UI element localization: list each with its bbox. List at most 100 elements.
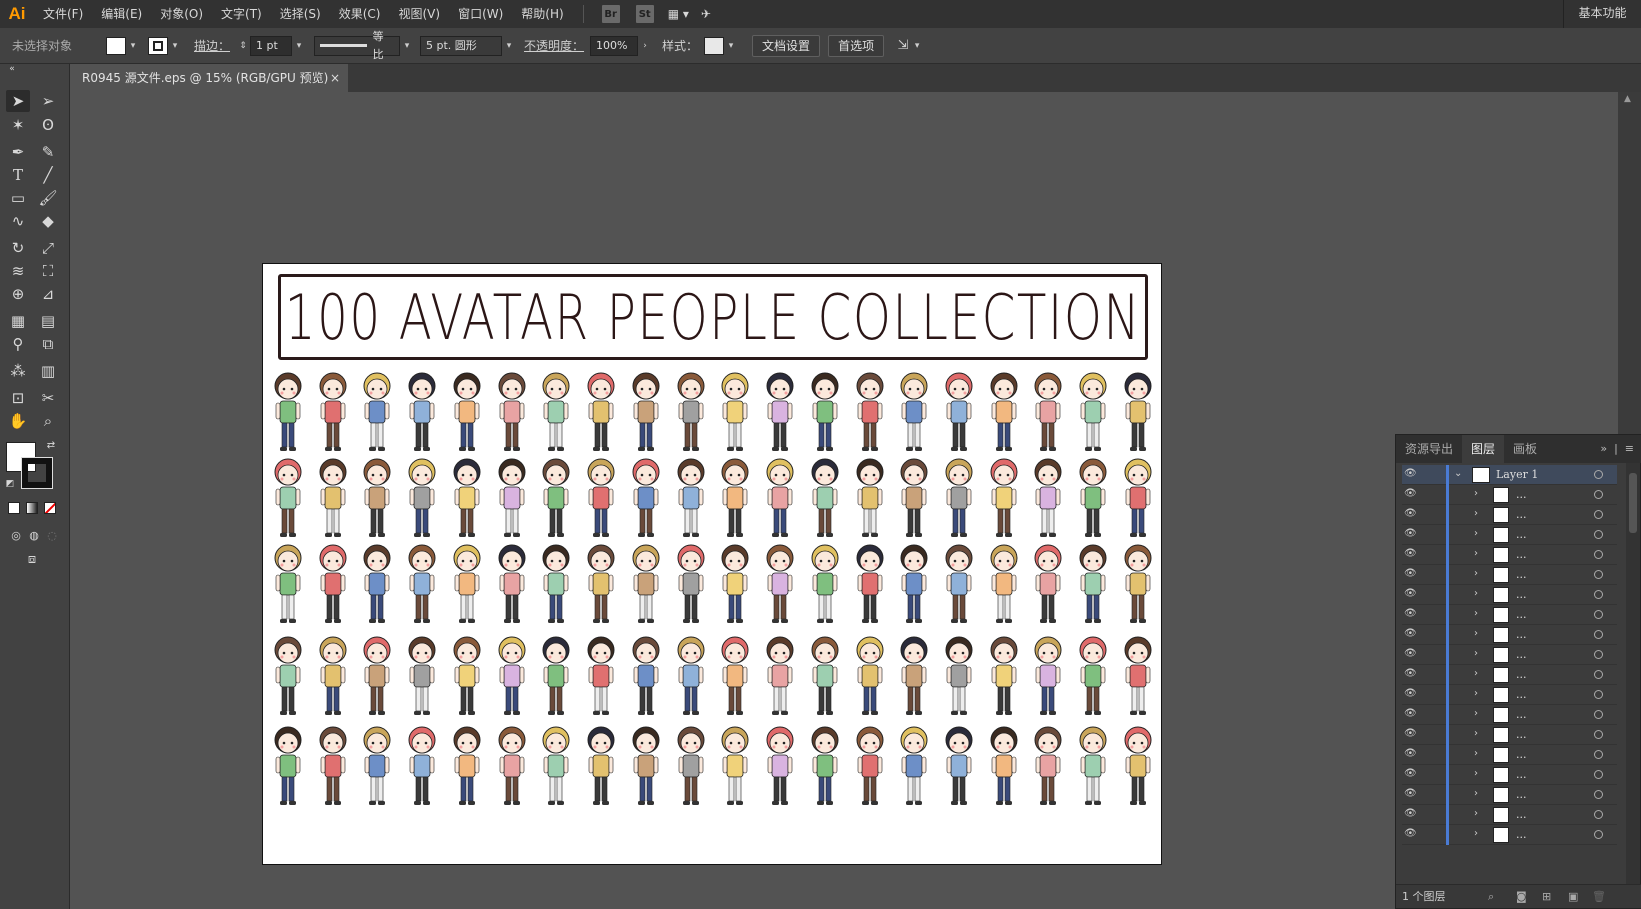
visibility-eye-icon[interactable]: 👁 (1404, 648, 1417, 659)
tab-artboards[interactable]: 画板 (1504, 435, 1546, 463)
panel-menu-icon[interactable]: » | ≡ (1600, 435, 1634, 463)
sublayer-row[interactable]: 👁 ›... (1402, 705, 1617, 725)
chevron-right-icon[interactable]: › (1474, 548, 1478, 559)
target-circle-icon[interactable] (1594, 490, 1603, 499)
opacity-input[interactable]: 100% (590, 35, 639, 56)
eyedropper-tool-icon[interactable]: ⚲ (6, 333, 30, 355)
curvature-tool-icon[interactable]: ✎ (36, 141, 60, 163)
chevron-down-icon[interactable]: ▾ (126, 41, 140, 51)
menu-select[interactable]: 选择(S) (271, 0, 330, 28)
layer-name[interactable]: ... (1516, 588, 1527, 601)
layers-scrollbar[interactable] (1626, 463, 1640, 885)
tab-asset-export[interactable]: 资源导出 (1396, 435, 1462, 463)
visibility-eye-icon[interactable]: 👁 (1404, 508, 1417, 519)
target-circle-icon[interactable] (1594, 810, 1603, 819)
sublayer-row[interactable]: 👁 ›... (1402, 565, 1617, 585)
visibility-eye-icon[interactable]: 👁 (1404, 488, 1417, 499)
layer-name[interactable]: ... (1516, 788, 1527, 801)
document-setup-button[interactable]: 文档设置 (752, 34, 821, 57)
chevron-right-icon[interactable]: › (1474, 768, 1478, 779)
stroke-swatch[interactable] (148, 36, 168, 55)
target-circle-icon[interactable] (1594, 830, 1603, 839)
target-circle-icon[interactable] (1594, 690, 1603, 699)
layer-name[interactable]: ... (1516, 528, 1527, 541)
target-circle-icon[interactable] (1594, 770, 1603, 779)
selection-tool-icon[interactable]: ➤ (6, 90, 30, 112)
layer-name[interactable]: ... (1516, 828, 1527, 841)
layer-row[interactable]: 👁 ⌄ Layer 1 (1402, 465, 1617, 485)
chevron-right-icon[interactable]: › (1474, 728, 1478, 739)
arrange-icon[interactable]: ⇲ (896, 38, 910, 53)
visibility-eye-icon[interactable]: 👁 (1404, 528, 1417, 539)
target-circle-icon[interactable] (1594, 650, 1603, 659)
fill-swatch[interactable] (106, 36, 126, 55)
target-circle-icon[interactable] (1594, 730, 1603, 739)
sublayer-row[interactable]: 👁 ›... (1402, 485, 1617, 505)
stroke-profile-select[interactable]: 等比 (314, 30, 401, 61)
chevron-down-icon[interactable]: ▾ (724, 41, 738, 51)
delete-layer-icon[interactable]: 🗑 (1592, 885, 1606, 909)
column-graph-tool-icon[interactable]: ▥ (36, 360, 60, 382)
stock-button[interactable]: St (635, 5, 654, 23)
visibility-eye-icon[interactable]: 👁 (1404, 688, 1417, 699)
menu-edit[interactable]: 编辑(E) (92, 0, 151, 28)
visibility-eye-icon[interactable]: 👁 (1404, 468, 1417, 479)
sublayer-row[interactable]: 👁 ›... (1402, 625, 1617, 645)
layer-name[interactable]: ... (1516, 548, 1527, 561)
chevron-right-icon[interactable]: › (1474, 568, 1478, 579)
visibility-eye-icon[interactable]: 👁 (1404, 608, 1417, 619)
tab-layers[interactable]: 图层 (1462, 435, 1505, 463)
chevron-right-icon[interactable]: › (1474, 488, 1478, 499)
layer-name[interactable]: ... (1516, 748, 1527, 761)
visibility-eye-icon[interactable]: 👁 (1404, 788, 1417, 799)
target-circle-icon[interactable] (1594, 570, 1603, 579)
pen-tool-icon[interactable]: ✒ (6, 141, 30, 163)
line-tool-icon[interactable]: ╱ (36, 164, 60, 186)
symbol-sprayer-tool-icon[interactable]: ⁂ (6, 360, 30, 382)
gradient-tool-icon[interactable]: ▤ (36, 310, 60, 332)
sublayer-row[interactable]: 👁 ›... (1402, 685, 1617, 705)
chevron-right-icon[interactable]: › (1474, 628, 1478, 639)
color-mode-button[interactable] (8, 502, 20, 514)
slice-tool-icon[interactable]: ✂ (36, 387, 60, 409)
scrollbar-thumb[interactable] (1629, 473, 1637, 533)
perspective-grid-tool-icon[interactable]: ⊿ (36, 283, 60, 305)
new-sublayer-icon[interactable]: ⊞ (1542, 885, 1551, 909)
visibility-eye-icon[interactable]: 👁 (1404, 628, 1417, 639)
layer-name[interactable]: ... (1516, 628, 1527, 641)
artboard[interactable]: 100 AVATAR PEOPLE COLLECTION (262, 263, 1162, 865)
visibility-eye-icon[interactable]: 👁 (1404, 708, 1417, 719)
chevron-right-icon[interactable]: › (1474, 608, 1478, 619)
chevron-down-icon[interactable]: ▾ (502, 41, 516, 51)
chevron-down-icon[interactable]: ⌄ (1454, 468, 1462, 479)
visibility-eye-icon[interactable]: 👁 (1404, 748, 1417, 759)
chevron-right-icon[interactable]: › (1474, 668, 1478, 679)
sublayer-row[interactable]: 👁 ›... (1402, 525, 1617, 545)
target-circle-icon[interactable] (1594, 610, 1603, 619)
blend-tool-icon[interactable]: ⧉ (36, 333, 60, 355)
sublayer-row[interactable]: 👁 ›... (1402, 585, 1617, 605)
menu-file[interactable]: 文件(F) (34, 0, 92, 28)
free-transform-tool-icon[interactable]: ⛶ (36, 260, 60, 282)
width-tool-icon[interactable]: ≋ (6, 260, 30, 282)
sublayer-row[interactable]: 👁 ›... (1402, 785, 1617, 805)
stepper-icon[interactable]: ⇕ (236, 41, 250, 51)
target-circle-icon[interactable] (1594, 750, 1603, 759)
visibility-eye-icon[interactable]: 👁 (1404, 828, 1417, 839)
sublayer-row[interactable]: 👁 ›... (1402, 765, 1617, 785)
arrange-documents-icon[interactable]: ▦ ▾ (662, 0, 695, 28)
visibility-eye-icon[interactable]: 👁 (1404, 768, 1417, 779)
layer-name[interactable]: ... (1516, 568, 1527, 581)
target-circle-icon[interactable] (1594, 530, 1603, 539)
swap-colors-icon[interactable]: ⇄ (44, 438, 58, 452)
chevron-right-icon[interactable]: › (638, 41, 652, 51)
rectangle-tool-icon[interactable]: ▭ (6, 187, 30, 209)
chevron-down-icon[interactable]: ▾ (400, 41, 414, 51)
chevron-right-icon[interactable]: › (1474, 528, 1478, 539)
visibility-eye-icon[interactable]: 👁 (1404, 568, 1417, 579)
menu-view[interactable]: 视图(V) (389, 0, 449, 28)
stroke-color-box[interactable] (21, 457, 53, 489)
chevron-right-icon[interactable]: › (1474, 788, 1478, 799)
chevron-down-icon[interactable]: ▾ (910, 41, 924, 51)
sublayer-row[interactable]: 👁 ›... (1402, 505, 1617, 525)
